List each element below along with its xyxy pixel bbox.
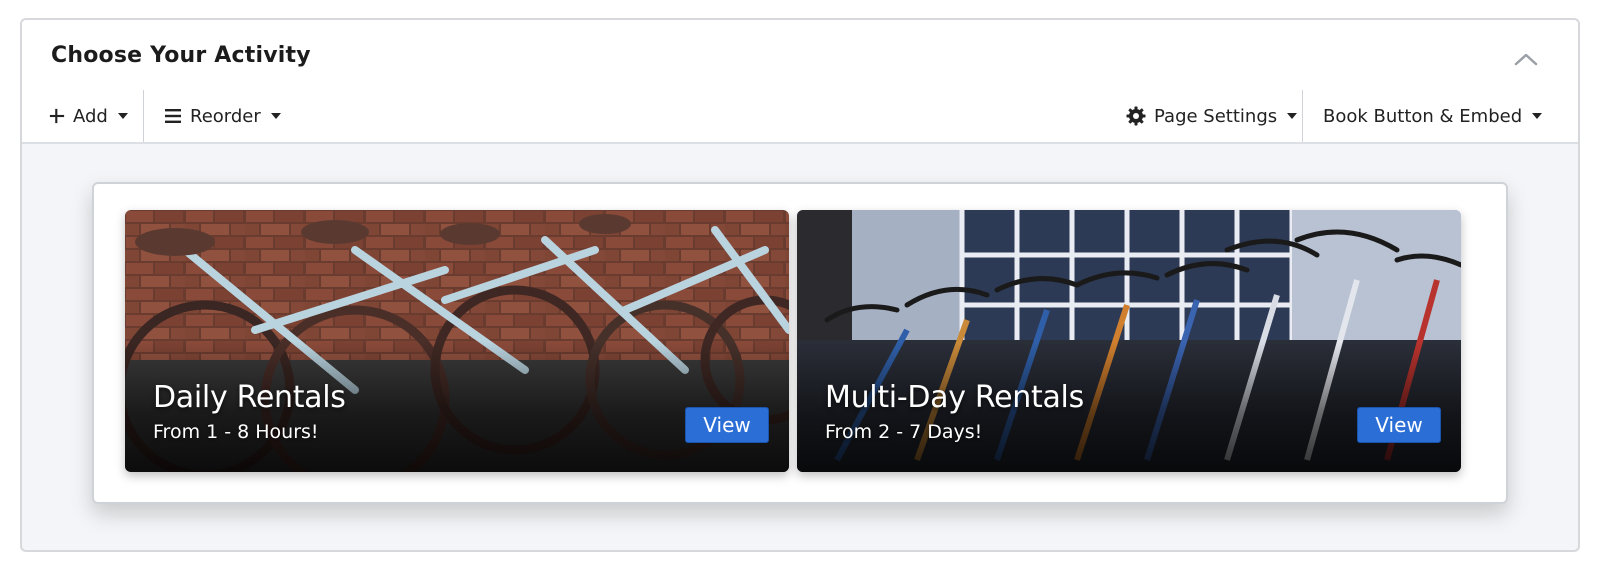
plus-icon [49, 108, 65, 124]
toolbar-divider [1302, 90, 1303, 142]
activity-title: Multi-Day Rentals [825, 380, 1084, 415]
gear-icon [1126, 106, 1146, 126]
activity-subtitle: From 2 - 7 Days! [825, 421, 983, 443]
activity-title: Daily Rentals [153, 380, 346, 415]
list-icon [165, 109, 181, 123]
toolbar: Add Reorder Page Settings Book Button & … [22, 90, 1578, 142]
panel-header: Choose Your Activity Add Reorder Page Se… [22, 20, 1578, 144]
activity-subtitle: From 1 - 8 Hours! [153, 421, 319, 443]
activity-list-card: Daily Rentals From 1 - 8 Hours! View Mul… [92, 182, 1508, 504]
add-button[interactable]: Add [49, 90, 128, 142]
caret-down-icon [117, 113, 128, 119]
book-button-embed-button[interactable]: Book Button & Embed [1323, 90, 1543, 142]
page-settings-button[interactable]: Page Settings [1126, 90, 1298, 142]
caret-down-icon [1287, 113, 1298, 119]
view-button[interactable]: View [1357, 407, 1441, 443]
caret-down-icon [270, 113, 281, 119]
view-button[interactable]: View [685, 407, 769, 443]
activity-tile-multi-day-rentals[interactable]: Multi-Day Rentals From 2 - 7 Days! View [797, 210, 1461, 472]
add-label: Add [73, 105, 108, 127]
reorder-label: Reorder [190, 105, 261, 127]
page-settings-label: Page Settings [1154, 105, 1278, 127]
reorder-button[interactable]: Reorder [164, 90, 281, 142]
book-button-embed-label: Book Button & Embed [1323, 105, 1523, 127]
toolbar-divider [143, 90, 144, 142]
activity-panel: Choose Your Activity Add Reorder Page Se… [20, 18, 1580, 552]
activity-tile-daily-rentals[interactable]: Daily Rentals From 1 - 8 Hours! View [125, 210, 789, 472]
page-title: Choose Your Activity [51, 43, 311, 68]
chevron-up-icon[interactable] [1512, 50, 1540, 68]
caret-down-icon [1532, 113, 1543, 119]
